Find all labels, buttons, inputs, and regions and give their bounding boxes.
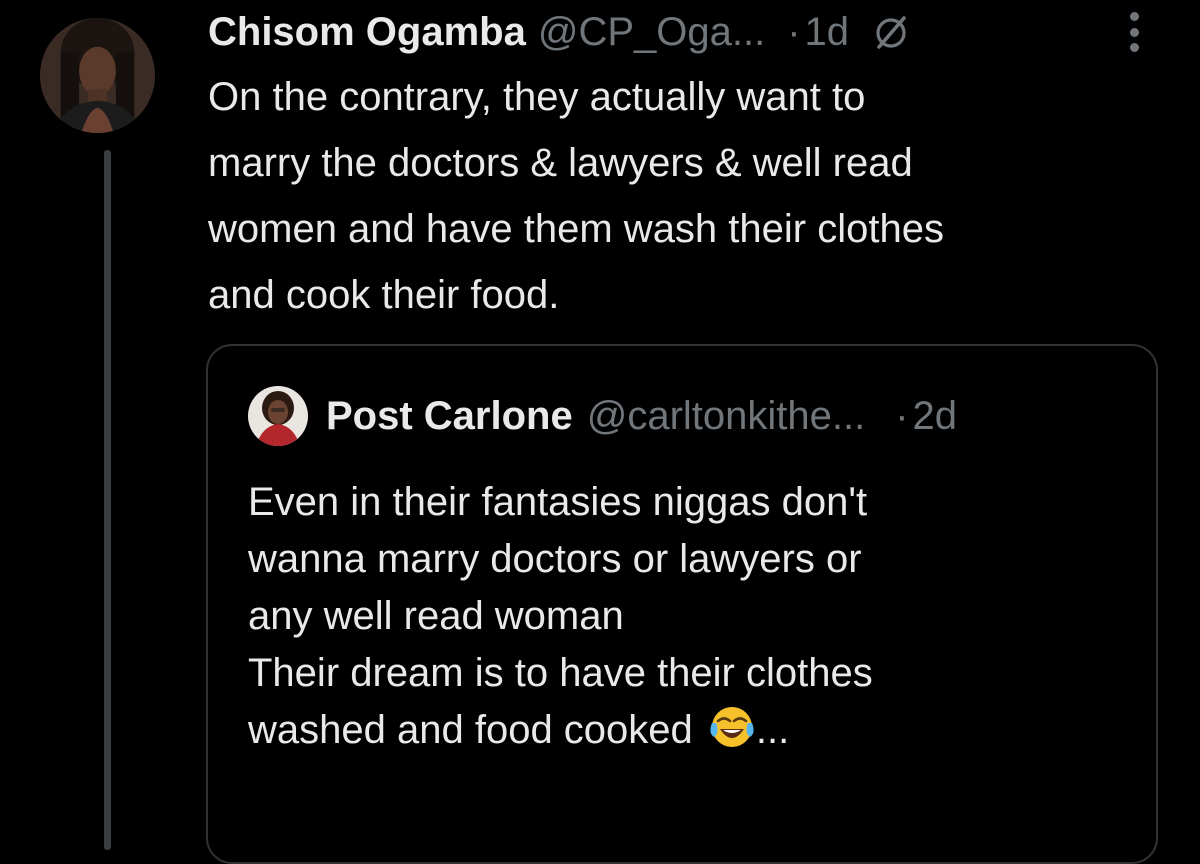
author-display-name[interactable]: Chisom Ogamba (208, 6, 526, 58)
quoted-text-line: wanna marry doctors or lawyers or (248, 537, 862, 581)
more-dot (1129, 27, 1139, 37)
tweet-text: On the contrary, they actually want to m… (208, 64, 1178, 328)
more-dot (1129, 12, 1139, 21)
quoted-author-avatar (248, 386, 308, 446)
truncation-ellipsis: ... (755, 708, 790, 752)
separator-dot: · (787, 10, 801, 54)
tweet-text-line: women and have them wash their clothes (208, 207, 944, 251)
quoted-text-line: any well read woman (248, 594, 624, 638)
tweet-text-line: On the contrary, they actually want to (208, 75, 866, 119)
quoted-text-line: Their dream is to have their clothes (248, 651, 873, 695)
author-avatar[interactable] (40, 18, 155, 133)
quoted-text-line: Even in their fantasies niggas don't (248, 480, 868, 524)
tweet-text-line: and cook their food. (208, 273, 560, 317)
quoted-text-line: washed and food cooked (248, 708, 693, 752)
more-dot (1129, 43, 1139, 52)
quoted-tweet-header: Post Carlone @carltonkithe... · 2d (248, 386, 957, 446)
quoted-tweet-text: Even in their fantasies niggas don't wan… (248, 474, 1128, 759)
face-with-tears-of-joy-icon (708, 703, 756, 751)
profile-photo-icon (248, 386, 308, 446)
tweet-timestamp[interactable]: 1d (805, 6, 850, 58)
quoted-author-handle[interactable]: @carltonkithe... (587, 394, 866, 439)
grok-icon[interactable] (871, 12, 911, 52)
quoted-tweet-card[interactable]: Post Carlone @carltonkithe... · 2d Even … (206, 344, 1158, 864)
separator-dot: · (895, 393, 909, 438)
quoted-author-display-name[interactable]: Post Carlone (326, 394, 573, 439)
quoted-tweet-timestamp[interactable]: 2d (913, 394, 958, 439)
author-handle[interactable]: @CP_Oga... (538, 6, 765, 58)
tweet-text-line: marry the doctors & lawyers & well read (208, 141, 913, 185)
quoted-text-last-line: washed and food cooked ... (248, 702, 1128, 759)
more-options-icon[interactable] (1122, 8, 1146, 56)
tweet-header: Chisom Ogamba @CP_Oga... · 1d (208, 6, 911, 58)
tweet[interactable]: Chisom Ogamba @CP_Oga... · 1d On the con… (0, 0, 1200, 864)
thread-line (104, 150, 111, 850)
profile-photo-icon (40, 18, 155, 133)
